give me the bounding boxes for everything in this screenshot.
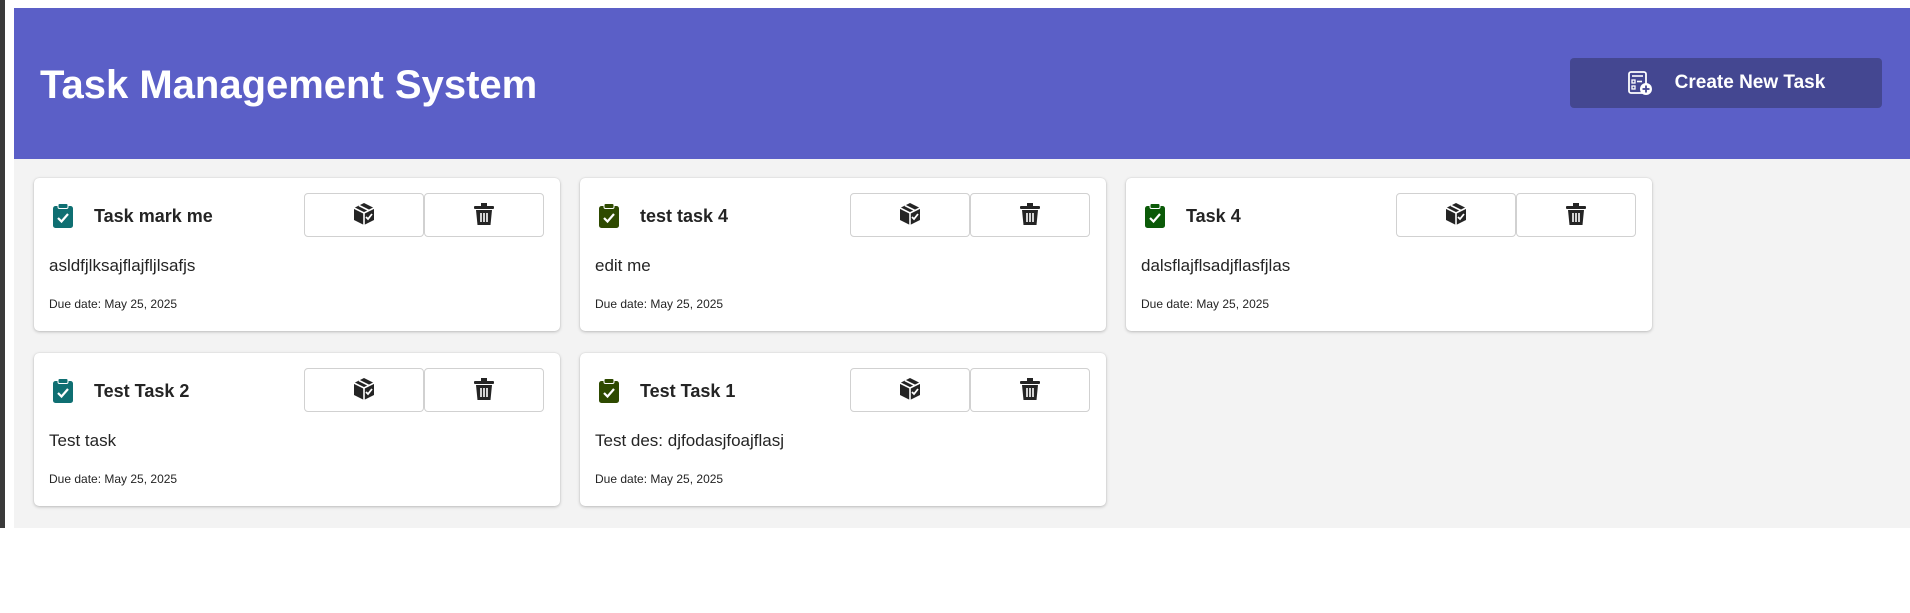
trash-icon bbox=[1565, 202, 1587, 229]
trash-icon bbox=[473, 202, 495, 229]
task-card: Test Task 2 Test task Due date: May 25, … bbox=[34, 353, 560, 506]
archive-task-button[interactable] bbox=[304, 368, 424, 412]
page-background bbox=[0, 528, 1910, 613]
archive-task-button[interactable] bbox=[850, 368, 970, 412]
task-description: Test task bbox=[49, 431, 117, 450]
delete-task-button[interactable] bbox=[970, 193, 1090, 237]
trash-icon bbox=[1019, 377, 1041, 404]
delete-task-button[interactable] bbox=[1516, 193, 1636, 237]
clipboard-check-icon bbox=[1144, 203, 1166, 229]
task-title: test task 4 bbox=[640, 206, 729, 226]
task-card-header: test task 4 bbox=[580, 178, 1106, 250]
delete-task-button[interactable] bbox=[424, 368, 544, 412]
task-description: dalsflajflsadjflasfjlas bbox=[1141, 256, 1291, 275]
task-description: edit me bbox=[595, 256, 651, 275]
task-title: Task 4 bbox=[1186, 206, 1241, 226]
archive-task-button[interactable] bbox=[850, 193, 970, 237]
window-left-border bbox=[0, 0, 5, 613]
task-description: Test des: djfodasjfoajflasj bbox=[595, 431, 784, 450]
archive-task-button[interactable] bbox=[1396, 193, 1516, 237]
app-container: Task Management System Create New Task T… bbox=[14, 8, 1910, 528]
clipboard-check-icon bbox=[52, 378, 74, 404]
task-title: Test Task 2 bbox=[94, 381, 190, 401]
task-title: Task mark me bbox=[94, 206, 213, 226]
window-top-strip bbox=[0, 0, 1910, 6]
task-card-header: Test Task 2 bbox=[34, 353, 560, 425]
task-card-header: Task mark me bbox=[34, 178, 560, 250]
delete-task-button[interactable] bbox=[970, 368, 1090, 412]
trash-icon bbox=[473, 377, 495, 404]
box-icon bbox=[897, 376, 923, 405]
task-description: asldfjlksajflajfljlsafjs bbox=[49, 256, 196, 275]
clipboard-check-icon bbox=[598, 203, 620, 229]
task-card: test task 4 edit me Due date: May 25, 20… bbox=[580, 178, 1106, 331]
task-card: Task mark me asldfjlksajflajfljlsafjs Du… bbox=[34, 178, 560, 331]
task-card: Test Task 1 Test des: djfodasjfoajflasj … bbox=[580, 353, 1106, 506]
app-header: Task Management System Create New Task bbox=[14, 8, 1910, 159]
task-card: Task 4 dalsflajflsadjflasfjlas Due date:… bbox=[1126, 178, 1652, 331]
clipboard-check-icon bbox=[52, 203, 74, 229]
box-icon bbox=[897, 201, 923, 230]
box-icon bbox=[1443, 201, 1469, 230]
create-new-task-label: Create New Task bbox=[1674, 72, 1826, 93]
clipboard-check-icon bbox=[598, 378, 620, 404]
task-add-icon bbox=[1627, 70, 1653, 96]
task-due-date: Due date: May 25, 2025 bbox=[1141, 297, 1270, 311]
task-due-date: Due date: May 25, 2025 bbox=[595, 297, 724, 311]
task-due-date: Due date: May 25, 2025 bbox=[49, 297, 178, 311]
page-title: Task Management System bbox=[40, 63, 538, 107]
task-title: Test Task 1 bbox=[640, 381, 736, 401]
task-card-header: Test Task 1 bbox=[580, 353, 1106, 425]
trash-icon bbox=[1019, 202, 1041, 229]
task-due-date: Due date: May 25, 2025 bbox=[595, 472, 724, 486]
box-icon bbox=[351, 376, 377, 405]
task-due-date: Due date: May 25, 2025 bbox=[49, 472, 178, 486]
create-new-task-button[interactable]: Create New Task bbox=[1570, 58, 1882, 108]
delete-task-button[interactable] bbox=[424, 193, 544, 237]
archive-task-button[interactable] bbox=[304, 193, 424, 237]
task-card-header: Task 4 bbox=[1126, 178, 1652, 250]
box-icon bbox=[351, 201, 377, 230]
